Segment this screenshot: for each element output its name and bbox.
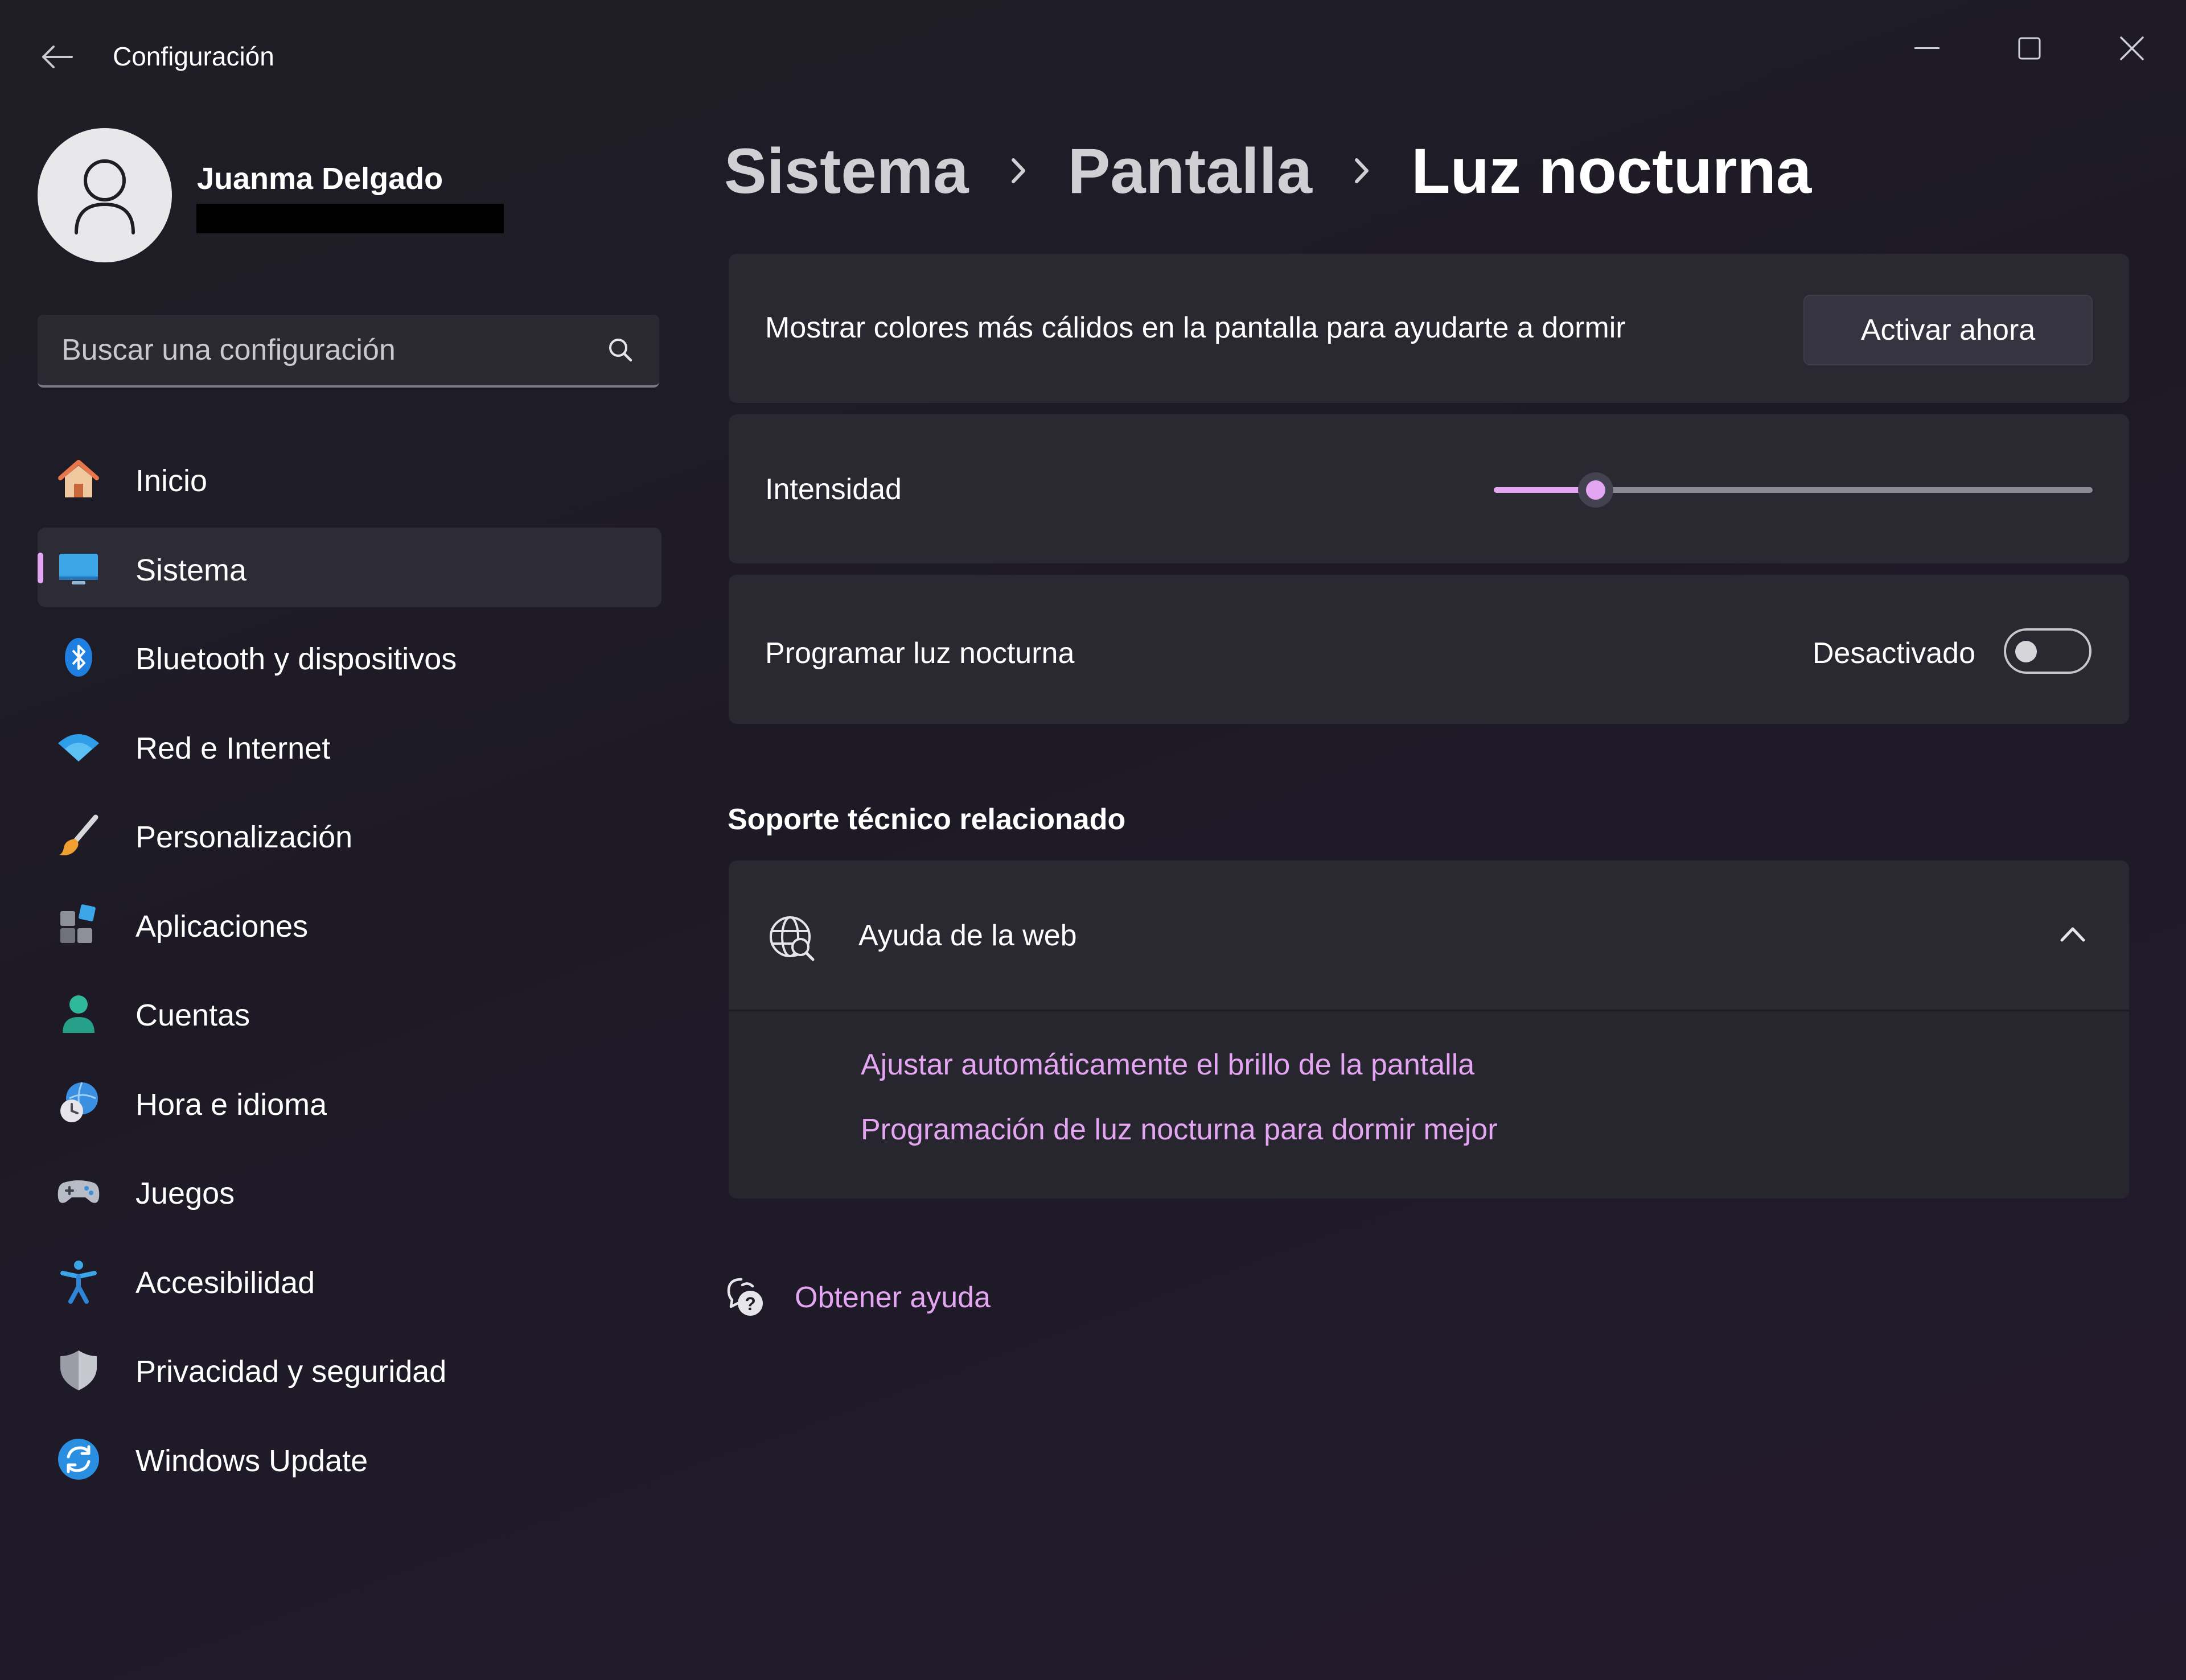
time-language-icon	[56, 1080, 101, 1126]
wifi-icon	[56, 724, 101, 769]
sidebar-item-windows-update[interactable]: Windows Update	[38, 1418, 661, 1498]
slider-thumb[interactable]	[1578, 472, 1613, 508]
breadcrumb: Sistema Pantalla Luz nocturna	[724, 125, 1811, 216]
sidebar-item-personalizacion[interactable]: Personalización	[38, 794, 661, 874]
night-light-activate-card: Mostrar colores más cálidos en la pantal…	[729, 254, 2129, 403]
home-icon	[56, 456, 101, 502]
maximize-icon	[2018, 37, 2041, 60]
sidebar-item-label: Sistema	[135, 553, 247, 587]
title-bar: Configuración	[0, 0, 2186, 114]
sidebar-item-sistema[interactable]: Sistema	[38, 527, 661, 607]
intensity-label: Intensidad	[765, 473, 902, 506]
user-profile[interactable]: Juanma Delgado	[38, 128, 664, 265]
search-input[interactable]	[60, 330, 586, 370]
page-title: Luz nocturna	[1411, 135, 1812, 207]
schedule-card: Programar luz nocturna Desactivado	[729, 575, 2129, 724]
sidebar-item-label: Accesibilidad	[135, 1265, 315, 1300]
close-icon	[2120, 36, 2144, 60]
sidebar-item-accesibilidad[interactable]: Accesibilidad	[38, 1240, 661, 1320]
search-box[interactable]	[38, 315, 659, 388]
section-title: Soporte técnico relacionado	[728, 803, 1126, 836]
activate-now-button[interactable]: Activar ahora	[1803, 295, 2093, 365]
chevron-up-icon[interactable]	[2058, 923, 2087, 946]
chevron-right-icon	[1353, 157, 1370, 185]
minimize-button[interactable]	[1884, 11, 1970, 85]
sidebar-item-bluetooth[interactable]: Bluetooth y dispositivos	[38, 616, 661, 696]
sidebar-item-aplicaciones[interactable]: Aplicaciones	[38, 884, 661, 963]
close-button[interactable]	[2089, 11, 2175, 85]
brush-icon	[56, 813, 101, 858]
settings-window: Configuración Juanma Delgado Buscar una …	[0, 0, 2186, 1680]
globe-search-icon	[770, 916, 815, 961]
selection-indicator	[38, 552, 43, 583]
sidebar-item-juegos[interactable]: Juegos	[38, 1151, 661, 1230]
person-icon	[75, 159, 135, 234]
user-name: Juanma Delgado	[197, 162, 443, 196]
toggle-knob	[2015, 641, 2037, 662]
web-help-title: Ayuda de la web	[858, 919, 1077, 952]
help-link-night-light-schedule[interactable]: Programación de luz nocturna para dormir…	[861, 1113, 1498, 1147]
sidebar-item-label: Inicio	[135, 464, 208, 498]
chevron-right-icon	[1010, 157, 1027, 185]
shield-icon	[56, 1347, 101, 1393]
schedule-state-label: Desactivado	[1812, 637, 1975, 670]
sidebar-item-inicio[interactable]: Inicio	[38, 438, 661, 518]
breadcrumb-sistema[interactable]: Sistema	[724, 134, 969, 208]
sidebar-item-label: Juegos	[135, 1176, 235, 1210]
system-icon	[56, 546, 101, 591]
redacted-email	[196, 204, 504, 233]
sidebar-item-cuentas[interactable]: Cuentas	[38, 973, 661, 1052]
avatar	[38, 128, 172, 262]
intensity-card: Intensidad	[729, 414, 2129, 563]
maximize-button[interactable]	[1987, 11, 2072, 85]
sidebar-item-label: Privacidad y seguridad	[135, 1354, 447, 1389]
sidebar-item-label: Personalización	[135, 820, 353, 854]
accounts-icon	[56, 991, 101, 1036]
breadcrumb-pantalla[interactable]: Pantalla	[1068, 134, 1313, 208]
sidebar-item-label: Bluetooth y dispositivos	[135, 642, 457, 676]
sidebar-nav: Inicio Sistema Bluetooth y dispositivos …	[38, 438, 661, 1507]
sidebar-item-label: Aplicaciones	[135, 909, 309, 944]
apps-icon	[56, 902, 101, 948]
schedule-toggle[interactable]	[2004, 628, 2092, 674]
night-light-description: Mostrar colores más cálidos en la pantal…	[765, 311, 1626, 344]
search-icon[interactable]	[601, 331, 641, 370]
sidebar-item-label: Windows Update	[135, 1443, 368, 1478]
update-icon	[56, 1436, 101, 1482]
sidebar-item-label: Hora e idioma	[135, 1087, 327, 1122]
intensity-slider[interactable]	[1494, 472, 2093, 508]
web-help-links: Ajustar automáticamente el brillo de la …	[729, 1011, 2129, 1199]
bluetooth-icon	[56, 635, 101, 680]
accessibility-icon	[56, 1258, 101, 1304]
back-arrow-icon	[42, 46, 73, 68]
web-help-header[interactable]: Ayuda de la web	[729, 860, 2129, 1010]
sidebar-item-label: Red e Internet	[135, 731, 331, 765]
minimize-icon	[1914, 47, 1940, 49]
schedule-label: Programar luz nocturna	[765, 637, 1075, 670]
sidebar-item-label: Cuentas	[135, 998, 250, 1032]
gamepad-icon	[56, 1169, 101, 1214]
svg-text:?: ?	[745, 1294, 756, 1314]
sidebar-item-privacidad[interactable]: Privacidad y seguridad	[38, 1329, 661, 1409]
sidebar-item-hora[interactable]: Hora e idioma	[38, 1062, 661, 1142]
web-help-card: Ayuda de la web Ajustar automáticamente …	[729, 860, 2129, 1199]
get-help-label: Obtener ayuda	[795, 1281, 991, 1314]
get-help-link[interactable]: ? Obtener ayuda	[725, 1275, 991, 1320]
sidebar-item-red[interactable]: Red e Internet	[38, 706, 661, 785]
app-title: Configuración	[113, 42, 274, 71]
help-chat-icon: ?	[727, 1278, 763, 1316]
help-link-auto-brightness[interactable]: Ajustar automáticamente el brillo de la …	[861, 1048, 1474, 1082]
back-button[interactable]	[28, 28, 85, 85]
